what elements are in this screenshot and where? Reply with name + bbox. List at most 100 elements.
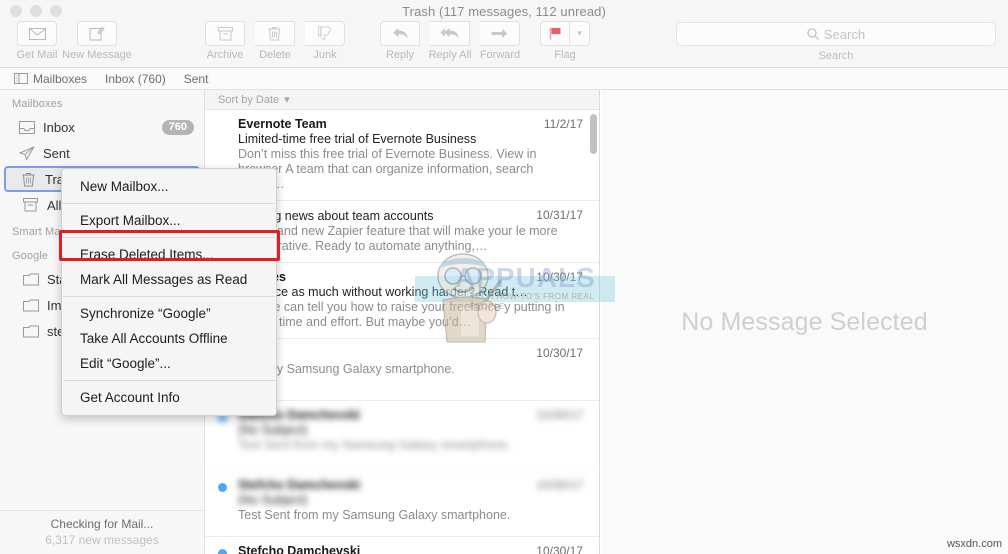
menu-separator <box>63 296 275 297</box>
menu-item-new-mailbox[interactable]: New Mailbox... <box>62 174 276 199</box>
folder-icon <box>22 273 39 286</box>
favorites-bar: Mailboxes Inbox (760) Sent <box>0 68 1008 90</box>
mail-app-window: Trash (117 messages, 112 unread) Get Mai… <box>0 0 1008 554</box>
message-sender: Stefcho Damchevski <box>238 408 583 422</box>
message-sender: Stefcho Damchevski <box>238 544 583 554</box>
message-date: 10/30/17 <box>536 270 583 284</box>
favorites-inbox[interactable]: Inbox (760) <box>105 72 166 86</box>
flag-button[interactable]: ▾ Flag <box>540 21 590 61</box>
message-subject: Limited-time free trial of Evernote Busi… <box>238 132 583 146</box>
archive-icon <box>205 21 245 46</box>
menu-item-synchronize-google[interactable]: Synchronize “Google” <box>62 301 276 326</box>
delete-label: Delete <box>259 49 291 61</box>
message-snippet: ng a brand new Zapier feature that will … <box>238 224 583 254</box>
sidebar-item-inbox[interactable]: Inbox 760 <box>0 114 204 140</box>
message-snippet: Test Sent from my Samsung Galaxy smartph… <box>238 508 583 523</box>
sort-by-date-label: Sort by Date <box>218 94 279 106</box>
favorites-inbox-label: Inbox (760) <box>105 72 166 86</box>
inbox-icon <box>18 121 35 134</box>
message-date: 10/30/17 <box>536 408 583 422</box>
archive-label: Archive <box>207 49 244 61</box>
message-subject: ect) <box>238 347 583 361</box>
menu-separator <box>63 380 275 381</box>
toolbar-group-reply: Reply Reply All Forward <box>375 21 525 61</box>
reply-all-label: Reply All <box>429 49 472 61</box>
message-sender: Stefcho Damchevski <box>238 478 583 492</box>
message-subject: (No Subject) <box>238 493 583 507</box>
get-mail-button[interactable]: Get Mail <box>8 21 66 61</box>
message-date: 10/31/17 <box>536 208 583 222</box>
menu-item-take-all-accounts-offline[interactable]: Take All Accounts Offline <box>62 326 276 351</box>
status-sub-text: 6,317 new messages <box>0 533 204 547</box>
flag-icon[interactable] <box>540 21 570 46</box>
message-list-scrollbar[interactable] <box>590 114 597 554</box>
compose-icon <box>77 21 117 46</box>
new-message-label: New Message <box>62 49 132 61</box>
menu-item-export-mailbox[interactable]: Export Mailbox... <box>62 208 276 233</box>
window-title: Trash (117 messages, 112 unread) <box>0 4 1008 19</box>
junk-button[interactable]: Junk <box>300 21 350 61</box>
get-mail-label: Get Mail <box>17 49 58 61</box>
sidebar-section-mailboxes: Mailboxes <box>0 90 204 114</box>
table-row[interactable]: 10/30/17 Stefcho Damchevski (No Subject)… <box>205 471 599 537</box>
reply-label: Reply <box>386 49 414 61</box>
sent-icon <box>18 146 35 161</box>
unread-indicator <box>218 549 227 554</box>
trash-icon <box>20 172 37 187</box>
search-input[interactable]: Search <box>676 22 996 46</box>
trash-icon <box>255 21 295 46</box>
message-subject: (No Subject) <box>238 423 583 437</box>
unread-indicator <box>218 483 227 492</box>
folder-icon <box>22 299 39 312</box>
delete-button[interactable]: Delete <box>250 21 300 61</box>
menu-item-mark-all-messages-as-read[interactable]: Mark All Messages as Read <box>62 267 276 292</box>
search-toolbar-label: Search <box>676 50 996 62</box>
menu-item-get-account-info[interactable]: Get Account Info <box>62 385 276 410</box>
favorites-sent[interactable]: Sent <box>184 72 209 86</box>
forward-arrow-icon <box>480 21 520 46</box>
forward-label: Forward <box>480 49 520 61</box>
sidebar-item-inbox-label: Inbox <box>43 120 154 135</box>
reply-all-arrow-icon <box>430 21 470 46</box>
status-main-text: Checking for Mail... <box>0 517 204 531</box>
sort-bar[interactable]: Sort by Date ▾ <box>205 90 599 110</box>
table-row[interactable]: 10/30/17 Stefcho Damchevski <box>205 537 599 554</box>
search-area: Search Search <box>676 22 996 62</box>
favorites-mailboxes-label: Mailboxes <box>33 72 87 86</box>
message-snippet: Anyone can tell you how to raise your fr… <box>238 300 583 330</box>
search-placeholder: Search <box>824 27 865 42</box>
message-date: 10/30/17 <box>536 544 583 554</box>
archive-button[interactable]: Archive <box>200 21 250 61</box>
sidebar-item-sent-label: Sent <box>43 146 204 161</box>
menu-item-edit-google[interactable]: Edit “Google”... <box>62 351 276 376</box>
favorites-mailboxes-toggle[interactable]: Mailboxes <box>14 72 87 86</box>
new-message-button[interactable]: New Message <box>68 21 126 61</box>
envelope-icon <box>17 21 57 46</box>
forward-button[interactable]: Forward <box>475 21 525 61</box>
message-date: 10/30/17 <box>536 346 583 360</box>
menu-separator <box>63 203 275 204</box>
message-sender: Evernote Team <box>238 117 583 131</box>
chevron-down-icon: ▾ <box>284 93 290 106</box>
folder-icon <box>22 325 39 338</box>
search-icon <box>807 28 819 40</box>
sidebar-toggle-icon <box>14 73 28 84</box>
archive-icon <box>22 198 39 212</box>
scrollbar-thumb[interactable] <box>590 114 597 154</box>
favorites-sent-label: Sent <box>184 72 209 86</box>
mailbox-context-menu[interactable]: New Mailbox... Export Mailbox... Erase D… <box>61 168 277 416</box>
no-message-selected-text: No Message Selected <box>681 308 927 337</box>
message-subject: ’ the big news about team accounts <box>238 209 583 223</box>
site-watermark: wsxdn.com <box>947 538 1002 550</box>
sidebar-inbox-badge: 760 <box>162 120 194 135</box>
flag-chevron-down-icon[interactable]: ▾ <box>570 21 590 46</box>
message-snippet: Test Sent from my Samsung Galaxy smartph… <box>238 438 583 453</box>
sidebar-item-sent[interactable]: Sent <box>0 140 204 166</box>
menu-item-erase-deleted-items[interactable]: Erase Deleted Items... <box>62 242 276 267</box>
status-bar: Checking for Mail... 6,317 new messages <box>0 510 205 554</box>
reply-all-button[interactable]: Reply All <box>425 21 475 61</box>
toolbar-group-compose: Get Mail New Message <box>8 21 126 61</box>
reply-button[interactable]: Reply <box>375 21 425 61</box>
message-snippet: Don’t miss this free trial of Evernote B… <box>238 147 583 192</box>
message-subject: arn twice as much without working harder… <box>238 285 583 299</box>
